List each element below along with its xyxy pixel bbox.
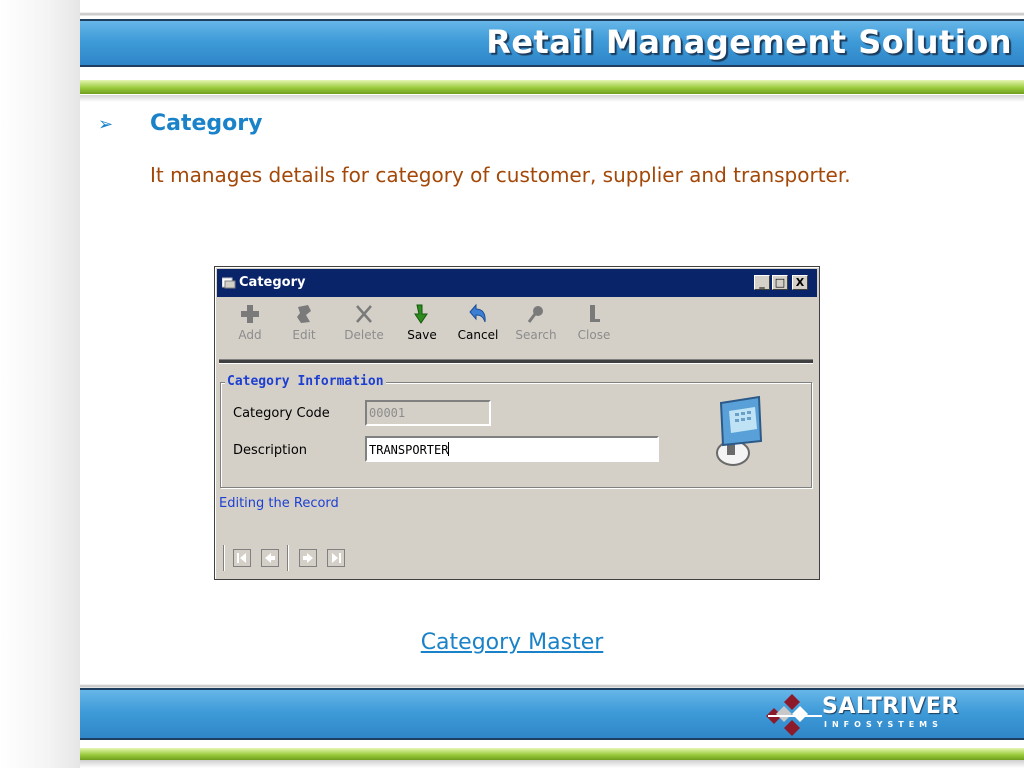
footer-green-stripe: [80, 748, 1024, 760]
search-label: Search: [515, 328, 557, 342]
group-title: Category Information: [225, 374, 386, 389]
category-code-field: 00001: [365, 400, 491, 426]
save-button[interactable]: Save: [399, 303, 445, 342]
search-button[interactable]: Search: [513, 303, 559, 342]
saltriver-logo: SALTRIVER INFOSYSTEMS: [764, 692, 974, 736]
cancel-label: Cancel: [457, 328, 499, 342]
bullet-arrow-icon: ➢: [98, 114, 114, 135]
nav-separator: [223, 545, 225, 571]
delete-button[interactable]: Delete: [341, 303, 387, 342]
maximize-icon: □: [774, 276, 786, 289]
toolbar-separator: [219, 359, 813, 364]
logo-diamond-icon: [766, 694, 822, 736]
caption-link[interactable]: Category Master: [0, 630, 1024, 655]
header-title: Retail Management Solution: [486, 23, 1012, 61]
status-text: Editing the Record: [219, 496, 339, 511]
close-label: Close: [577, 328, 611, 342]
edit-button[interactable]: Edit: [281, 303, 327, 342]
header-green-stripe: [80, 80, 1024, 94]
last-record-button[interactable]: [327, 549, 345, 567]
edit-label: Edit: [292, 328, 316, 342]
nav-separator: [287, 545, 289, 571]
add-label: Add: [238, 328, 262, 342]
save-arrow-icon: [414, 304, 428, 324]
description-value: TRANSPORTER: [369, 443, 449, 457]
minimize-icon: _: [759, 276, 765, 289]
close-window-button[interactable]: Close: [571, 303, 617, 342]
delete-icon: [356, 305, 372, 323]
next-record-button[interactable]: [299, 549, 317, 567]
previous-record-icon: [265, 553, 275, 563]
section-description: It manages details for category of custo…: [150, 163, 851, 187]
description-input[interactable]: TRANSPORTER: [365, 436, 659, 462]
footer-bar: SALTRIVER INFOSYSTEMS: [80, 688, 1024, 740]
close-button[interactable]: X: [792, 275, 808, 290]
delete-label: Delete: [344, 328, 384, 342]
next-record-icon: [303, 553, 313, 563]
close-door-icon: [590, 305, 600, 322]
logo-name: SALTRIVER: [822, 694, 959, 719]
first-record-icon: [237, 553, 246, 563]
edit-icon: [297, 305, 311, 323]
save-label: Save: [407, 328, 437, 342]
previous-record-button[interactable]: [261, 549, 279, 567]
maximize-button[interactable]: □: [772, 275, 788, 290]
cancel-button[interactable]: Cancel: [455, 303, 501, 342]
window-title: Category: [239, 275, 306, 290]
minimize-button[interactable]: _: [754, 275, 770, 290]
footer-shade: [80, 760, 1024, 768]
header-bar: Retail Management Solution: [80, 19, 1024, 67]
first-record-button[interactable]: [233, 549, 251, 567]
close-icon: X: [795, 276, 805, 289]
window-titlebar[interactable]: Category _ □ X: [217, 269, 817, 297]
section-title: Category: [150, 111, 263, 136]
header-shade: [80, 95, 1024, 102]
plus-icon: [241, 305, 259, 323]
category-window: Category _ □ X Add Edit Delete Save Canc…: [214, 266, 820, 580]
last-record-icon: [332, 553, 341, 563]
computer-keyboard-icon: [716, 395, 763, 466]
text-caret: [448, 442, 450, 456]
logo-subtitle: INFOSYSTEMS: [824, 720, 943, 729]
cancel-arrow-icon: [469, 303, 486, 323]
description-label: Description: [233, 443, 308, 458]
category-code-label: Category Code: [233, 406, 330, 421]
header-top-rule: [80, 12, 1024, 16]
window-app-icon: [222, 277, 236, 289]
add-button[interactable]: Add: [227, 303, 273, 342]
search-icon: [527, 306, 543, 323]
